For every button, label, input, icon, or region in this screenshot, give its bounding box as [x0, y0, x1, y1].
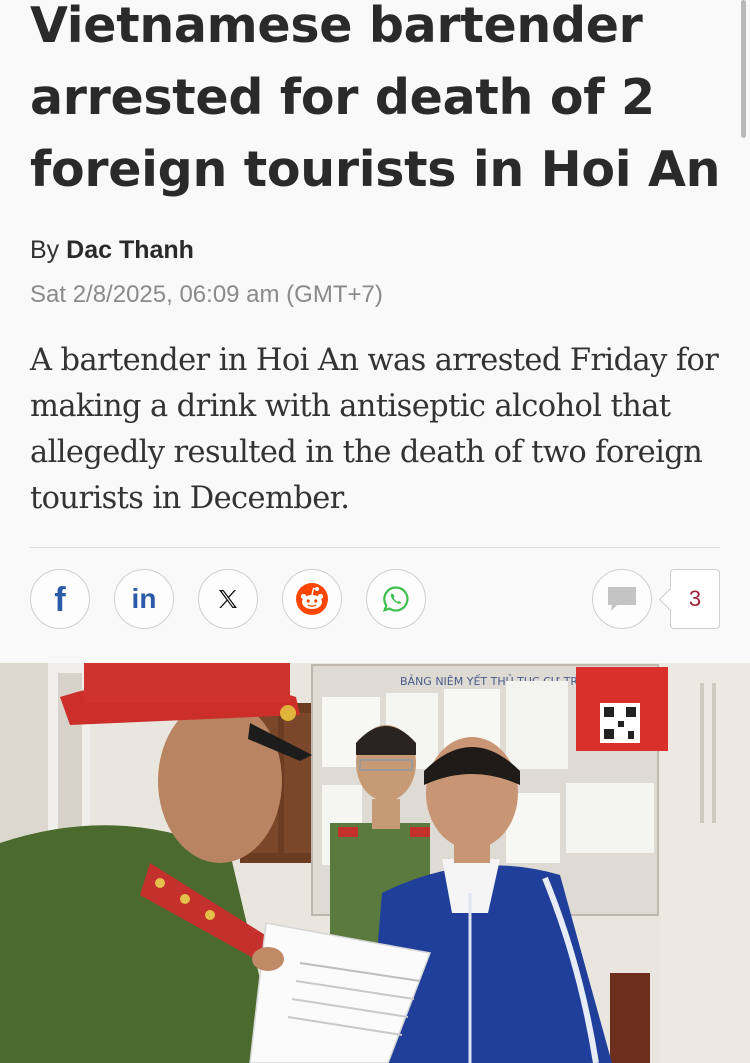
comment-icon [608, 587, 636, 611]
facebook-icon: f [54, 581, 66, 619]
comment-button[interactable] [592, 569, 652, 629]
x-share-button[interactable] [198, 569, 258, 629]
article-photo: BẢNG NIÊM YẾT THỦ TỤC CƯ TRÚ [0, 663, 750, 1063]
whatsapp-icon [382, 586, 409, 612]
divider [30, 547, 720, 548]
linkedin-share-button[interactable]: in [114, 569, 174, 629]
whatsapp-share-button[interactable] [366, 569, 426, 629]
reddit-share-button[interactable] [282, 569, 342, 629]
comments-widget[interactable]: 3 [592, 569, 720, 633]
linkedin-icon: in [131, 583, 157, 614]
author-link[interactable]: Dac Thanh [66, 236, 194, 264]
timestamp: Sat 2/8/2025, 06:09 am (GMT+7) [30, 281, 383, 308]
headline: Vietnamese bartender arrested for death … [30, 0, 721, 198]
share-bar: f in 3 [30, 569, 720, 633]
article-photo-illustration: BẢNG NIÊM YẾT THỦ TỤC CƯ TRÚ [0, 663, 750, 1063]
lead-paragraph: A bartender in Hoi An was arrested Frida… [30, 343, 719, 516]
byline: By Dac Thanh [30, 236, 194, 265]
reddit-icon [296, 583, 328, 615]
comment-count: 3 [670, 569, 720, 629]
x-icon [219, 590, 237, 608]
scrollbar[interactable] [741, 0, 746, 138]
facebook-share-button[interactable]: f [30, 569, 90, 629]
byline-prefix: By [30, 236, 60, 264]
